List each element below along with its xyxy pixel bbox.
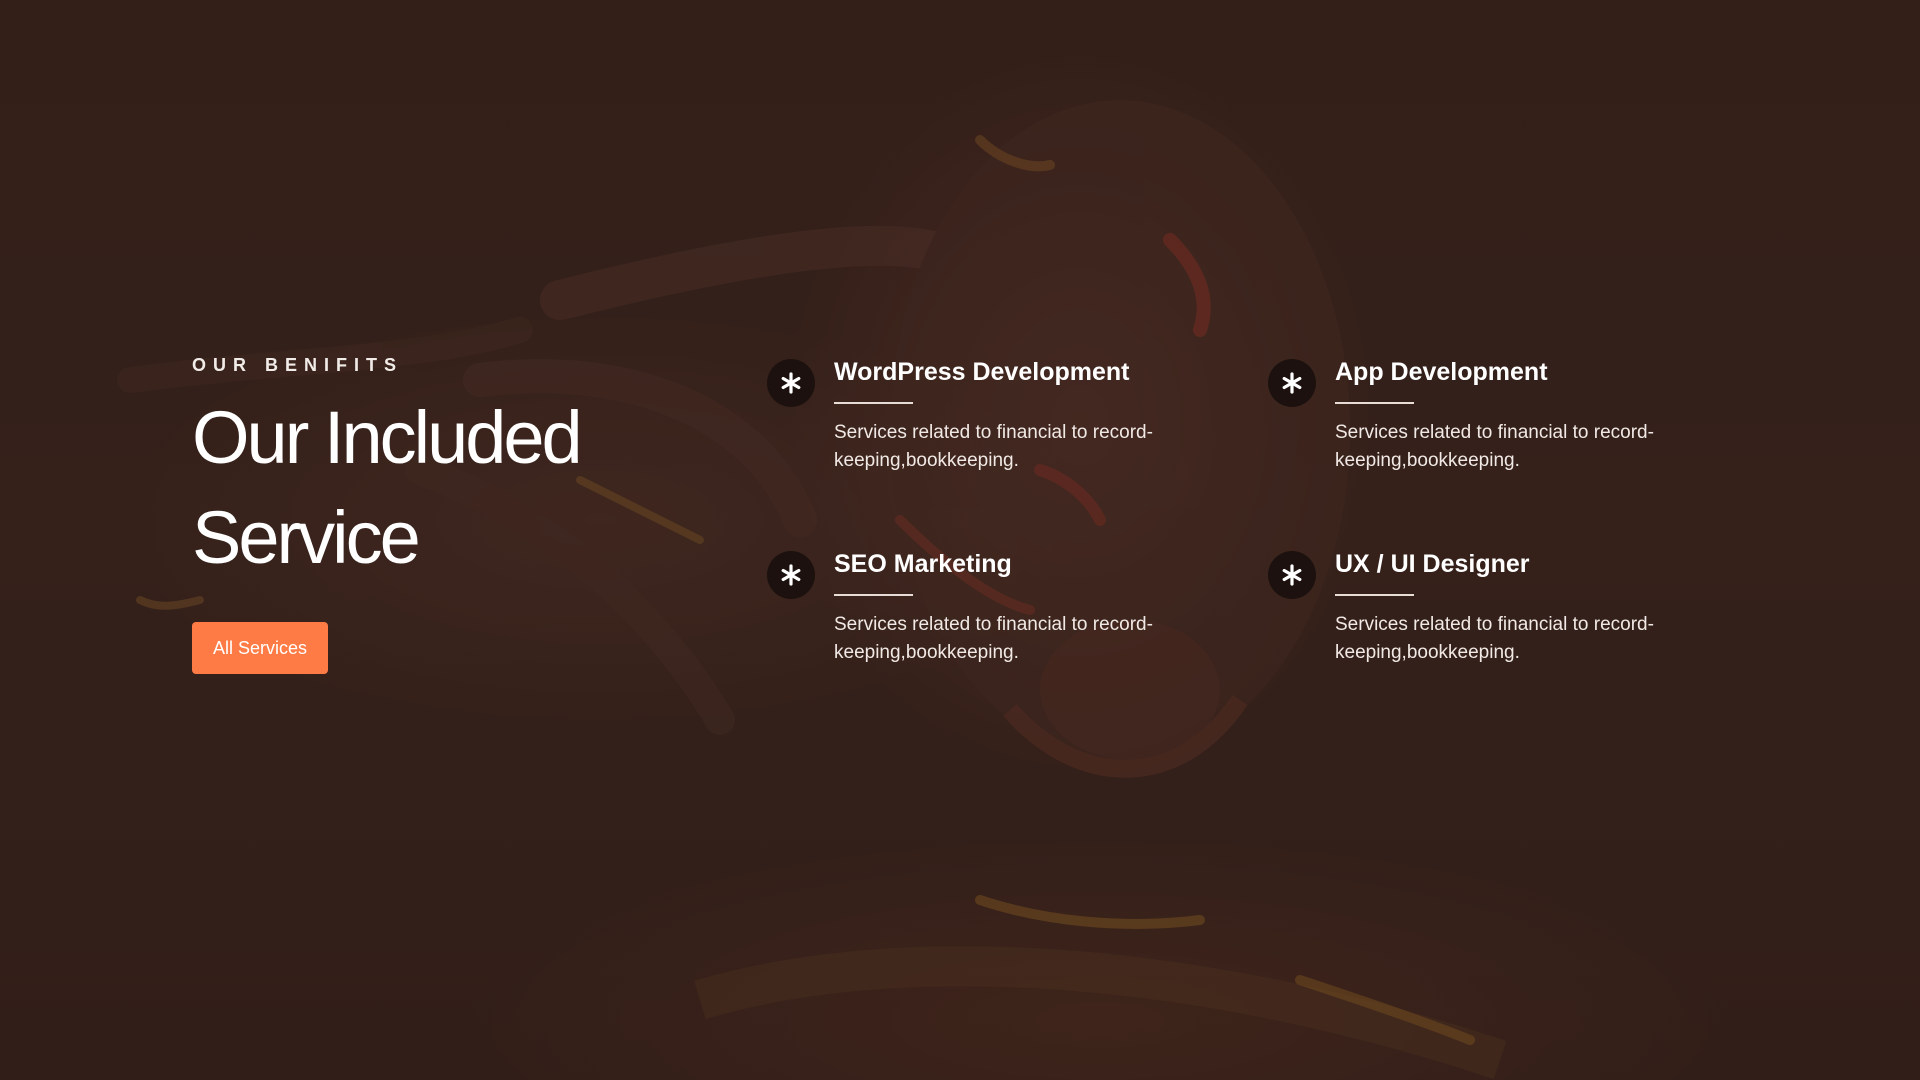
service-description: Services related to financial to record-… xyxy=(834,614,1153,663)
service-body: WordPress Development Services related t… xyxy=(834,355,1214,475)
service-icon-circle xyxy=(1268,551,1316,599)
services-section: OUR BENIFITS Our Included Service All Se… xyxy=(0,0,1920,1080)
service-title[interactable]: App Development xyxy=(1335,355,1715,389)
service-divider xyxy=(834,402,913,404)
asterisk-icon xyxy=(1282,372,1302,394)
service-description: Services related to financial to record-… xyxy=(834,422,1153,471)
section-intro: OUR BENIFITS Our Included Service All Se… xyxy=(192,355,712,674)
service-icon-circle xyxy=(767,359,815,407)
service-body: SEO Marketing Services related to financ… xyxy=(834,547,1214,667)
section-eyebrow: OUR BENIFITS xyxy=(192,355,404,375)
service-description: Services related to financial to record-… xyxy=(1335,422,1654,471)
section-title: Our Included Service xyxy=(192,388,712,588)
section-title-line-2: Service xyxy=(192,496,421,579)
service-divider xyxy=(1335,402,1414,404)
service-title[interactable]: WordPress Development xyxy=(834,355,1214,389)
asterisk-icon xyxy=(781,564,801,586)
service-icon-circle xyxy=(1268,359,1316,407)
service-description: Services related to financial to record-… xyxy=(1335,614,1654,663)
service-divider xyxy=(834,594,913,596)
all-services-button[interactable]: All Services xyxy=(192,622,329,674)
service-body: UX / UI Designer Services related to fin… xyxy=(1335,547,1715,667)
service-title[interactable]: UX / UI Designer xyxy=(1335,547,1715,581)
service-body: App Development Services related to fina… xyxy=(1335,355,1715,475)
service-title[interactable]: SEO Marketing xyxy=(834,547,1214,581)
asterisk-icon xyxy=(781,372,801,394)
service-divider xyxy=(1335,594,1414,596)
section-title-line-1: Our Included xyxy=(192,396,583,479)
asterisk-icon xyxy=(1282,564,1302,586)
service-icon-circle xyxy=(767,551,815,599)
